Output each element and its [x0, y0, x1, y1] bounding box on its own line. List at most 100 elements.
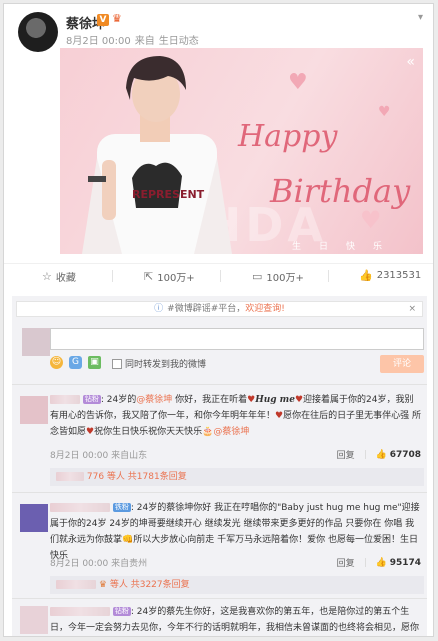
like-count: 95174 [389, 557, 421, 568]
comment-meta: 8月2日 00:00 来自山东 [50, 448, 147, 461]
comment-section: ⓘ #微博辟谣#平台，欢迎查询! × ☺ G ▣ 同时转发到我的微博 评论 钻粉:… [12, 296, 427, 636]
image-chars: 生日快乐 [292, 242, 401, 252]
fist-icon: 👊 [122, 535, 134, 545]
mention-link[interactable]: @蔡徐坤 [136, 395, 172, 405]
happy-text: Happy [237, 119, 338, 154]
replies-prefix: 等人 [109, 580, 128, 590]
like-count: 67708 [389, 449, 421, 460]
reply-summary[interactable]: ♛ 等人 共3227条回复 [50, 576, 424, 594]
like-icon: 👍 [359, 269, 373, 282]
like-icon: 👍 [375, 449, 387, 460]
birthday-text: Birthday [269, 172, 411, 210]
post-date[interactable]: 8月2日 00:00 [66, 36, 131, 47]
forward-label: 同时转发到我的微博 [125, 360, 207, 370]
divider [12, 384, 427, 385]
post-image[interactable]: « ♥ ♥ ♥ RTHDA REPRESENT Happy Birthday 生… [60, 48, 423, 254]
song-title: Hug me [255, 395, 295, 405]
post-comment-button[interactable]: 评论 [380, 355, 424, 373]
comment-text: 钻粉: 24岁的@蔡徐坤 你好，我正在听着♥Hug me♥迎接着属于你的24岁，… [50, 395, 421, 437]
post-source[interactable]: 生日动态 [159, 36, 199, 47]
comment-meta: 8月2日 00:00 来自贵州 [50, 556, 147, 569]
forward-checkbox[interactable] [112, 358, 122, 369]
comment-button[interactable]: ▭ 100万+ [252, 269, 304, 284]
reply-button[interactable]: 回复 [337, 448, 355, 461]
comment-source: 来自贵州 [111, 559, 148, 569]
like-button[interactable]: 👍 95174 [376, 558, 421, 568]
double-chevron-icon: « [406, 54, 415, 70]
like-count: 2313531 [376, 270, 422, 281]
divider [364, 558, 366, 567]
emoji-icon[interactable]: ☺ [50, 356, 63, 369]
replies-link[interactable]: 共1781条回复 [128, 472, 187, 482]
divider [112, 270, 113, 282]
commenter-avatar[interactable] [20, 606, 48, 634]
comment-source: 来自山东 [111, 451, 148, 461]
heart-icon: ♥ [275, 411, 284, 421]
comment-part: 祝你生日快乐祝你天天快乐 [94, 427, 203, 437]
divider [328, 270, 329, 282]
comment-text: 铁粉: 24岁的蔡徐坤你好 我正在哼唱你的"Baby just hug me h… [50, 503, 420, 561]
comment-ops: 回复 👍 95174 [337, 556, 421, 570]
heart-icon: ♥ [294, 395, 304, 405]
reply-button[interactable]: 回复 [337, 556, 355, 569]
comment-count: 100万+ [266, 273, 304, 284]
divider [364, 450, 366, 459]
divider [12, 598, 427, 599]
cake-icon: 🎂 [202, 427, 214, 437]
person-illustration: REPRESENT [82, 56, 232, 254]
post-meta: 8月2日 00:00 来自 生日动态 [66, 32, 203, 47]
replier-name [56, 472, 84, 481]
comment-text: 钻粉: 24岁的蔡先生你好，这是我喜欢你的第五年，也是陪你过的第五个生日，今年一… [50, 604, 422, 636]
divider [12, 492, 427, 493]
close-icon[interactable]: × [408, 302, 416, 316]
fan-tag: 铁粉 [112, 503, 131, 512]
action-bar: ☆ 收藏 ⇱ 100万+ ▭ 100万+ 👍 2313531 [4, 263, 433, 287]
comment-part: 24岁的 [106, 395, 137, 405]
reply-summary[interactable]: 776 等人 共1781条回复 [50, 468, 424, 486]
like-button[interactable]: 👍 67708 [376, 450, 421, 460]
forward-option[interactable]: 同时转发到我的微博 [112, 357, 206, 370]
star-icon: ☆ [42, 270, 52, 283]
weibo-post-card: 蔡徐坤 V ♛ 8月2日 00:00 来自 生日动态 ▾ « ♥ ♥ ♥ RTHDA… [3, 3, 434, 637]
heart-icon: ♥ [288, 70, 308, 95]
comment-ops: 回复 👍 67708 [337, 448, 421, 462]
chevron-down-icon[interactable]: ▾ [418, 12, 423, 23]
notice-link[interactable]: 欢迎查询! [245, 304, 285, 314]
rumor-notice: ⓘ #微博辟谣#平台，欢迎查询! × [16, 301, 423, 317]
share-count: 100万+ [157, 273, 195, 284]
like-button[interactable]: 👍 2313531 [359, 269, 421, 282]
favorite-label: 收藏 [55, 273, 76, 284]
fan-tag: 钻粉 [82, 395, 101, 404]
like-icon: 👍 [375, 557, 387, 568]
share-icon: ⇱ [144, 270, 154, 283]
badge-icon: ♛ [98, 580, 107, 590]
commenter-name[interactable] [50, 395, 80, 404]
comment-input[interactable] [50, 328, 424, 350]
share-button[interactable]: ⇱ 100万+ [144, 269, 195, 284]
commenter-avatar[interactable] [20, 504, 48, 532]
author-avatar[interactable] [18, 12, 58, 52]
image-upload-icon[interactable]: ▣ [88, 356, 101, 369]
fan-tag: 钻粉 [112, 607, 131, 616]
divider [220, 270, 221, 282]
comment-date: 8月2日 00:00 [50, 451, 109, 461]
info-icon: ⓘ [154, 304, 164, 314]
replies-link[interactable]: 共3227条回复 [131, 580, 190, 590]
crown-icon: ♛ [112, 12, 122, 25]
heart-icon: ♥ [247, 395, 256, 405]
comment-date: 8月2日 00:00 [50, 559, 109, 569]
commenter-name[interactable] [50, 503, 110, 512]
commenter-avatar[interactable] [20, 396, 48, 424]
commenter-name[interactable] [50, 607, 110, 616]
my-avatar[interactable] [22, 328, 50, 356]
composer-tools: ☺ G ▣ [50, 356, 101, 369]
heart-icon: ♥ [86, 427, 95, 437]
gif-icon[interactable]: G [69, 356, 82, 369]
verified-badge: V [97, 14, 109, 26]
notice-text: #微博辟谣#平台， [167, 304, 246, 314]
comment-part: 你好，我正在听着 [172, 395, 248, 405]
replies-prefix: 776 等人 [86, 472, 125, 482]
shirt-text: REPRESENT [132, 188, 205, 201]
favorite-button[interactable]: ☆ 收藏 [42, 269, 76, 284]
mention-link[interactable]: @蔡徐坤 [213, 427, 249, 437]
